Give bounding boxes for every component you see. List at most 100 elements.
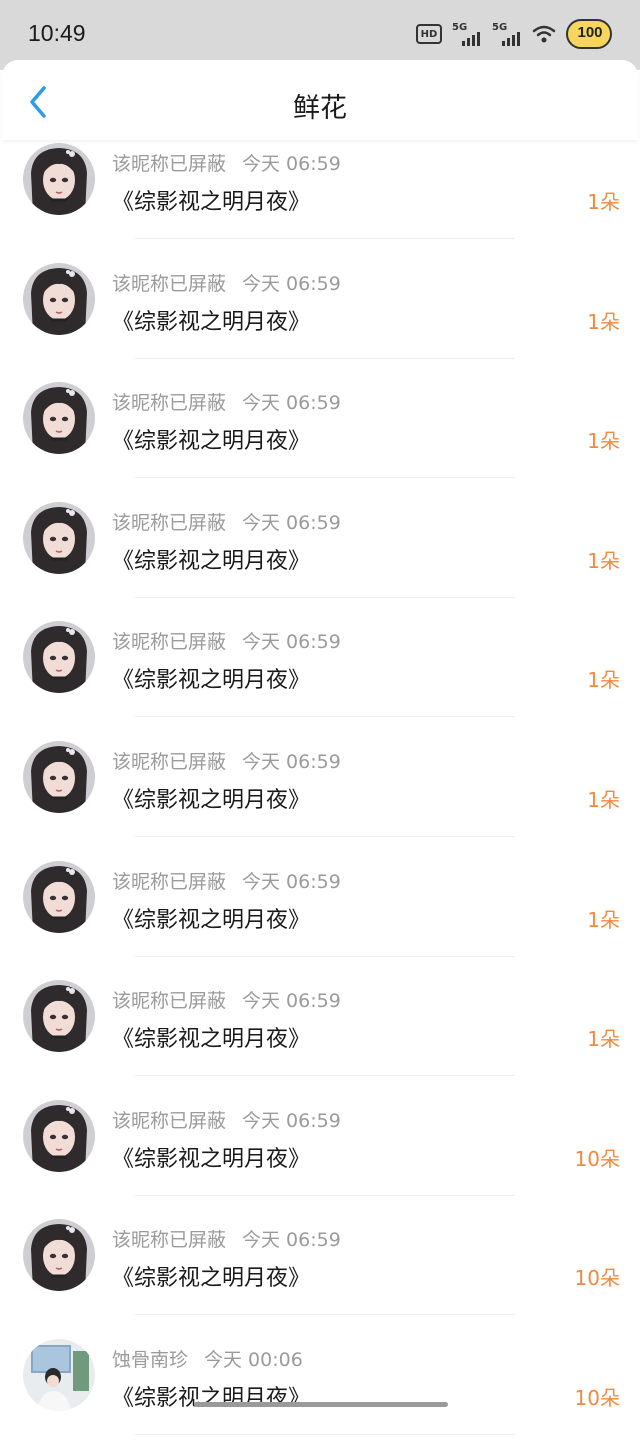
user-nickname: 该昵称已屏蔽 [112, 870, 227, 893]
avatar-image [23, 1338, 95, 1411]
book-title: 《综影视之明月夜》 [112, 1146, 311, 1172]
gift-time: 今天 06:59 [242, 272, 341, 295]
book-title: 《综影视之明月夜》 [112, 1266, 311, 1292]
list-item[interactable]: 该昵称已屏蔽 今天 06:59 《综影视之明月夜》 10朵 [0, 1216, 640, 1336]
book-title: 《综影视之明月夜》 [112, 429, 311, 455]
flower-count: 10朵 [574, 1266, 620, 1291]
book-title: 《综影视之明月夜》 [112, 309, 311, 335]
user-nickname: 该昵称已屏蔽 [112, 272, 227, 295]
user-nickname: 该昵称已屏蔽 [112, 511, 227, 534]
flower-count: 1朵 [587, 787, 620, 812]
avatar[interactable] [23, 621, 95, 694]
divider [135, 716, 515, 718]
divider [135, 357, 515, 359]
user-nickname: 该昵称已屏蔽 [112, 990, 227, 1013]
list-item[interactable]: 该昵称已屏蔽 今天 06:59 《综影视之明月夜》 1朵 [0, 499, 640, 619]
user-nickname: 该昵称已屏蔽 [112, 631, 227, 654]
flower-count: 10朵 [574, 1385, 620, 1410]
avatar-image [23, 501, 95, 574]
gift-time: 今天 06:59 [242, 511, 341, 534]
flower-count: 1朵 [587, 907, 620, 932]
divider [135, 596, 515, 598]
status-time: 10:49 [28, 20, 86, 46]
hd-icon: HD [416, 24, 442, 44]
list-item[interactable]: 该昵称已屏蔽 今天 06:59 《综影视之明月夜》 1朵 [0, 738, 640, 858]
user-nickname: 该昵称已屏蔽 [112, 750, 227, 773]
book-title: 《综影视之明月夜》 [112, 1027, 311, 1053]
divider [135, 955, 515, 957]
divider [135, 835, 515, 837]
battery-icon: 100 [566, 15, 614, 53]
avatar-image [23, 382, 95, 455]
list-item[interactable]: 该昵称已屏蔽 今天 06:59 《综影视之明月夜》 1朵 [0, 858, 640, 978]
divider [135, 238, 515, 239]
avatar-image [23, 1219, 95, 1292]
gift-time: 今天 06:59 [242, 870, 341, 893]
flower-count: 1朵 [587, 668, 620, 693]
list-item[interactable]: 该昵称已屏蔽 今天 06:59 《综影视之明月夜》 1朵 [0, 140, 640, 260]
gift-time: 今天 06:59 [242, 392, 341, 415]
book-title: 《综影视之明月夜》 [112, 907, 311, 933]
avatar[interactable] [23, 382, 95, 455]
list-item[interactable]: 该昵称已屏蔽 今天 06:59 《综影视之明月夜》 1朵 [0, 379, 640, 499]
divider [135, 1194, 515, 1196]
status-icons: HD 5G 5G 100 [416, 14, 614, 54]
user-nickname: 该昵称已屏蔽 [112, 1109, 227, 1132]
flower-count: 1朵 [587, 309, 620, 334]
avatar[interactable] [23, 143, 95, 215]
signal-icon-2: 5G [492, 22, 522, 46]
gift-time: 今天 06:59 [242, 1229, 341, 1252]
book-title: 《综影视之明月夜》 [112, 668, 311, 694]
list-item[interactable]: 该昵称已屏蔽 今天 06:59 《综影视之明月夜》 1朵 [0, 977, 640, 1097]
avatar-image [23, 980, 95, 1053]
gift-time: 今天 06:59 [242, 1109, 341, 1132]
avatar-image [23, 262, 95, 335]
home-indicator[interactable] [194, 1402, 448, 1407]
avatar[interactable] [23, 860, 95, 933]
flower-list: 该昵称已屏蔽 今天 06:59 《综影视之明月夜》 1朵 该昵称已屏蔽 今天 06:… [0, 140, 640, 1456]
gift-time: 今天 06:59 [242, 750, 341, 773]
gift-time: 今天 06:59 [242, 631, 341, 654]
list-item[interactable]: 蚀骨南珍 今天 00:06 《综影视之明月夜》 10朵 [0, 1336, 640, 1456]
user-nickname: 该昵称已屏蔽 [112, 1229, 227, 1252]
page-title: 鲜花 [293, 93, 347, 124]
gift-time: 今天 06:59 [242, 153, 341, 175]
flower-count: 1朵 [587, 1027, 620, 1052]
list-item[interactable]: 该昵称已屏蔽 今天 06:59 《综影视之明月夜》 1朵 [0, 260, 640, 380]
book-title: 《综影视之明月夜》 [112, 787, 311, 813]
avatar[interactable] [23, 1219, 95, 1292]
book-title: 《综影视之明月夜》 [112, 548, 311, 574]
divider [135, 1075, 515, 1077]
avatar-image [23, 740, 95, 813]
avatar-image [23, 860, 95, 933]
flower-count: 10朵 [574, 1146, 620, 1171]
divider [135, 477, 515, 479]
gift-time: 今天 06:59 [242, 990, 341, 1013]
signal-icon: 5G [452, 22, 482, 46]
user-nickname: 蚀骨南珍 [112, 1348, 189, 1371]
divider [135, 1433, 515, 1435]
avatar[interactable] [23, 501, 95, 574]
avatar[interactable] [23, 1338, 95, 1411]
user-nickname: 该昵称已屏蔽 [112, 153, 227, 175]
avatar[interactable] [23, 262, 95, 335]
avatar[interactable] [23, 1099, 95, 1172]
avatar[interactable] [23, 740, 95, 813]
flower-count: 1朵 [587, 190, 620, 214]
avatar-image [23, 621, 95, 694]
nav-bar: 鲜花 [2, 60, 638, 140]
wifi-icon [532, 25, 556, 43]
battery-level: 100 [577, 24, 603, 41]
flower-count: 1朵 [587, 429, 620, 454]
avatar[interactable] [23, 980, 95, 1053]
flower-count: 1朵 [587, 548, 620, 573]
avatar-image [23, 143, 95, 215]
avatar-image [23, 1099, 95, 1172]
book-title: 《综影视之明月夜》 [112, 1385, 311, 1411]
user-nickname: 该昵称已屏蔽 [112, 392, 227, 415]
divider [135, 1314, 515, 1316]
book-title: 《综影视之明月夜》 [112, 190, 311, 215]
gift-time: 今天 00:06 [204, 1348, 303, 1371]
list-item[interactable]: 该昵称已屏蔽 今天 06:59 《综影视之明月夜》 1朵 [0, 618, 640, 738]
list-item[interactable]: 该昵称已屏蔽 今天 06:59 《综影视之明月夜》 10朵 [0, 1097, 640, 1217]
